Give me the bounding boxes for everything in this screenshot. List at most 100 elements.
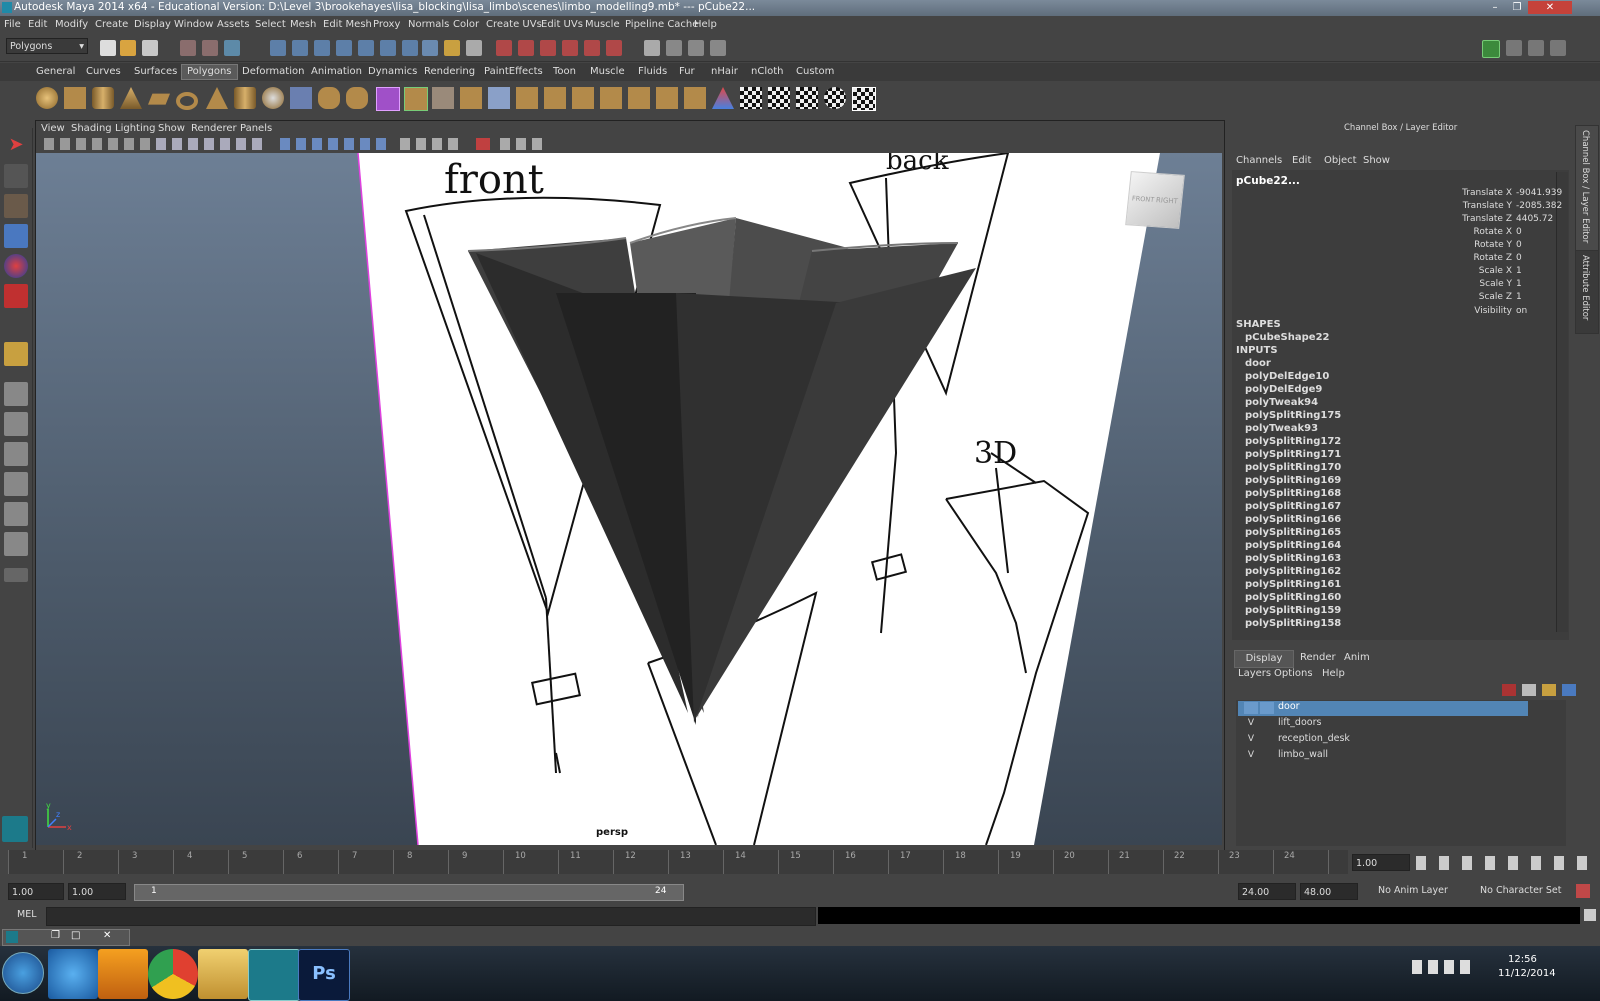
vp-menu-renderer[interactable]: Renderer	[191, 123, 237, 134]
snap-curve-icon[interactable]	[292, 40, 308, 56]
shelf-tab-painteffects[interactable]: PaintEffects	[484, 66, 543, 77]
menu-modify[interactable]: Modify	[55, 19, 88, 30]
menu-normals[interactable]: Normals	[408, 19, 449, 30]
input-node[interactable]: polySplitRing166	[1245, 514, 1341, 525]
script-editor-icon[interactable]	[1584, 909, 1596, 921]
menu-pipeline-cache[interactable]: Pipeline Cache	[625, 19, 698, 30]
layer-menu-options[interactable]: Options	[1274, 668, 1313, 679]
lock-icon[interactable]	[444, 40, 460, 56]
input-node[interactable]: polySplitRing158	[1245, 618, 1341, 629]
playback-start-field[interactable]: 1.00	[68, 883, 126, 900]
shelf-tab-fluids[interactable]: Fluids	[638, 66, 667, 77]
layout-graph-icon[interactable]	[1550, 40, 1566, 56]
layer-name[interactable]: limbo_wall	[1278, 749, 1328, 760]
layer-row[interactable]: door	[1238, 701, 1528, 716]
vp-menu-shading[interactable]: Shading	[71, 123, 112, 134]
range-slider[interactable]: 1 24	[134, 884, 684, 901]
shelf-tab-animation[interactable]: Animation	[311, 66, 362, 77]
toolbox-collapse-icon[interactable]	[4, 568, 28, 582]
input-node[interactable]: polyTweak93	[1245, 423, 1318, 434]
end-time-field[interactable]: 48.00	[1300, 883, 1358, 900]
layout-two-panes-icon[interactable]	[1506, 40, 1522, 56]
cb-menu-edit[interactable]: Edit	[1292, 155, 1311, 166]
input-node[interactable]: door	[1245, 358, 1271, 369]
maximize-icon[interactable]: □	[71, 930, 80, 941]
close-icon[interactable]: ✕	[103, 930, 111, 941]
extrude-icon[interactable]	[404, 87, 428, 111]
minimize-button[interactable]: –	[1484, 1, 1506, 14]
select-component-icon[interactable]	[224, 40, 240, 56]
restore-icon[interactable]: ❐	[51, 930, 60, 941]
menu-edit-uvs[interactable]: Edit UVs	[541, 19, 583, 30]
menu-select[interactable]: Select	[255, 19, 286, 30]
command-language-label[interactable]: MEL	[17, 909, 37, 920]
auto-key-icon[interactable]	[1576, 884, 1590, 898]
bridge-icon[interactable]	[432, 87, 454, 109]
channel-value[interactable]: 1	[1516, 292, 1522, 302]
shelf-tab-dynamics[interactable]: Dynamics	[368, 66, 417, 77]
command-input[interactable]	[46, 907, 816, 926]
last-tool-icon[interactable]	[4, 342, 28, 366]
layer-visibility-toggle[interactable]: V	[1244, 750, 1258, 760]
layer-type-toggle[interactable]	[1260, 702, 1274, 714]
time-slider-track[interactable]	[8, 850, 1348, 874]
layer-visibility-toggle[interactable]	[1244, 702, 1258, 714]
mirror-geometry-icon[interactable]	[376, 87, 400, 111]
select-hierarchy-icon[interactable]	[180, 40, 196, 56]
camera-tools-icon[interactable]	[44, 138, 164, 150]
shape-node[interactable]: pCubeShape22	[1245, 332, 1329, 343]
new-layer-icon[interactable]	[1542, 684, 1556, 696]
wedge-face-icon[interactable]	[684, 87, 706, 109]
merge-vertices-icon[interactable]	[600, 87, 622, 109]
system-tray-icons[interactable]	[1412, 960, 1476, 974]
cb-menu-channels[interactable]: Channels	[1236, 155, 1282, 166]
vp-menu-panels[interactable]: Panels	[240, 123, 272, 134]
automatic-mapping-icon[interactable]	[824, 87, 846, 109]
shelf-tab-fur[interactable]: Fur	[679, 66, 695, 77]
chrome-icon[interactable]	[148, 949, 198, 999]
history-icon[interactable]	[380, 40, 396, 56]
shelf-tab-custom[interactable]: Custom	[796, 66, 834, 77]
channel-value[interactable]: -9041.939	[1516, 188, 1562, 198]
shelf-tab-general[interactable]: General	[36, 66, 75, 77]
move-tool-icon[interactable]	[4, 224, 28, 248]
input-node[interactable]: polySplitRing172	[1245, 436, 1341, 447]
shading-mode-icon[interactable]	[280, 138, 390, 150]
xray-icon[interactable]	[500, 138, 544, 150]
layer-row[interactable]: V reception_desk	[1238, 733, 1528, 748]
select-object-icon[interactable]	[202, 40, 218, 56]
snap-point-icon[interactable]	[314, 40, 330, 56]
spherical-mapping-icon[interactable]	[796, 87, 818, 109]
insert-edge-loop-icon[interactable]	[516, 87, 538, 109]
menu-help[interactable]: Help	[694, 19, 717, 30]
menu-edit-mesh[interactable]: Edit Mesh	[323, 19, 372, 30]
side-tab-attribute-editor[interactable]: Attribute Editor	[1575, 250, 1599, 334]
perspective-viewport[interactable]: front back 3D FRONT RIGHT persp x y z	[36, 153, 1222, 845]
paint-select-tool-icon[interactable]	[4, 194, 28, 218]
layer-visibility-toggle[interactable]: V	[1244, 734, 1258, 744]
layer-tab-render[interactable]: Render	[1300, 652, 1336, 663]
channel-value[interactable]: on	[1516, 306, 1527, 316]
internet-explorer-icon[interactable]	[48, 949, 98, 999]
poly-cylinder-icon[interactable]	[92, 87, 114, 109]
shelf-tab-muscle[interactable]: Muscle	[590, 66, 625, 77]
render-current-icon[interactable]	[496, 40, 512, 56]
smooth-icon[interactable]	[346, 87, 368, 109]
layer-name[interactable]: lift_doors	[1278, 717, 1321, 728]
menu-window[interactable]: Window	[174, 19, 213, 30]
poly-cone-icon[interactable]	[120, 87, 142, 109]
snap-plane-icon[interactable]	[336, 40, 352, 56]
input-node[interactable]: polySplitRing169	[1245, 475, 1341, 486]
vp-menu-lighting[interactable]: Lighting	[115, 123, 155, 134]
channel-value[interactable]: -2085.382	[1516, 201, 1562, 211]
playback-controls-icon[interactable]	[1416, 856, 1596, 870]
anim-layer-dropdown[interactable]: No Anim Layer	[1378, 885, 1448, 896]
maya-home-icon[interactable]	[2, 816, 28, 842]
help-icon[interactable]	[422, 40, 438, 56]
sculpt-geometry-icon[interactable]	[712, 87, 734, 109]
isolate-select-icon[interactable]	[476, 138, 490, 150]
planar-mapping-icon[interactable]	[740, 87, 762, 109]
channel-value[interactable]: 0	[1516, 253, 1522, 263]
channel-box-scrollbar[interactable]	[1556, 172, 1568, 632]
combine-icon[interactable]	[290, 87, 312, 109]
